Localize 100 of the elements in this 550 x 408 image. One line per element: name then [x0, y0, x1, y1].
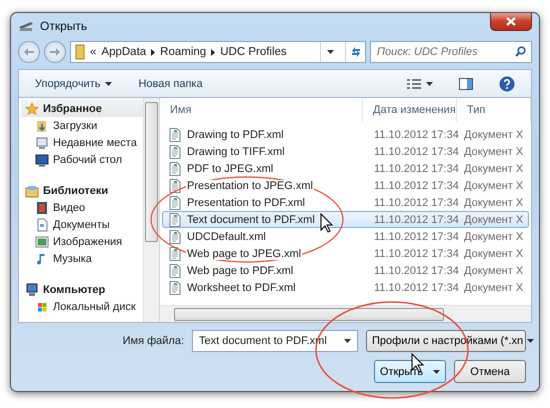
caret-icon: [426, 82, 433, 86]
modified-date: 11.10.2012 17:34: [373, 282, 458, 294]
sidebar-item[interactable]: Рабочий стол: [21, 151, 143, 168]
window-title: Открыть: [40, 19, 88, 33]
file-row[interactable]: Presentation to JPEG.xml 11.10.2012 17:34 Документ X: [162, 177, 529, 194]
file-type: Документ X: [463, 248, 524, 260]
file-type: Документ X: [463, 146, 524, 158]
file-row[interactable]: Presentation to PDF.xml 11.10.2012 17:34 Документ X: [162, 194, 529, 211]
caret-icon: [433, 370, 440, 374]
computer-icon: [25, 282, 39, 296]
sidebar-item[interactable]: Изображения: [21, 233, 143, 250]
open-button[interactable]: Открыть: [374, 360, 446, 383]
file-type: Документ X: [463, 214, 524, 226]
file-name: Worksheet to PDF.xml: [186, 282, 297, 294]
document-icon: [169, 128, 181, 142]
folder-icon: [75, 44, 85, 60]
document-icon: [169, 178, 181, 192]
document-icon: [169, 162, 181, 176]
sidebar-item[interactable]: Компьютер: [21, 281, 143, 298]
modified-date: 11.10.2012 17:34: [373, 162, 458, 174]
help-icon: [499, 76, 515, 92]
file-type: Документ X: [463, 180, 524, 192]
file-name: Presentation to JPEG.xml: [186, 180, 314, 192]
monitor-icon: [35, 136, 49, 150]
star-icon: [25, 102, 39, 116]
chevron-right-icon: [211, 48, 216, 56]
search-icon: [515, 46, 526, 57]
file-name: Web page to JPEG.xml: [186, 248, 302, 260]
breadcrumb-item[interactable]: UDC Profiles: [220, 46, 287, 58]
file-row[interactable]: Web page to JPEG.xml 11.10.2012 17:34 Документ X: [162, 245, 529, 262]
sidebar-item[interactable]: Документы: [21, 216, 143, 233]
film-icon: [35, 200, 49, 214]
modified-date: 11.10.2012 17:34: [373, 146, 458, 158]
column-header[interactable]: Имя: [160, 98, 363, 122]
file-name: Presentation to PDF.xml: [186, 196, 306, 208]
close-button[interactable]: [490, 13, 532, 31]
file-name: PDF to JPEG.xml: [186, 162, 274, 174]
file-name: Drawing to TIFF.xml: [186, 146, 286, 158]
scrollbar-thumb[interactable]: [145, 102, 158, 242]
breadcrumb-overflow[interactable]: «: [90, 46, 96, 58]
file-type: Документ X: [463, 128, 524, 140]
document-icon: [169, 264, 181, 278]
modified-date: 11.10.2012 17:34: [373, 248, 458, 260]
file-name: Text document to PDF.xml: [186, 214, 316, 226]
scrollbar-thumb[interactable]: [174, 308, 444, 320]
sidebar-item[interactable]: Локальный диск: [21, 298, 143, 315]
document-icon: [169, 230, 181, 244]
file-name: Drawing to PDF.xml: [186, 128, 285, 140]
file-row[interactable]: Drawing to PDF.xml 11.10.2012 17:34 Документ X: [162, 126, 529, 143]
file-type: Документ X: [463, 196, 524, 208]
modified-date: 11.10.2012 17:34: [373, 128, 458, 140]
folder-icon: [35, 118, 49, 132]
modified-date: 11.10.2012 17:34: [373, 264, 458, 276]
sidebar-item[interactable]: Библиотеки: [21, 182, 143, 199]
file-row[interactable]: UDCDefault.xml 11.10.2012 17:34 Документ X: [162, 228, 529, 245]
close-icon: [506, 17, 516, 26]
file-type: Документ X: [463, 264, 524, 276]
refresh-icon: [350, 46, 362, 58]
monitor-icon: [35, 152, 49, 166]
caret-icon: [105, 82, 112, 86]
file-name: Web page to PDF.xml: [186, 264, 294, 276]
document-icon: [169, 212, 181, 226]
sidebar-item[interactable]: Загрузки: [21, 117, 143, 134]
file-row[interactable]: Web page to PDF.xml 11.10.2012 17:34 Документ X: [162, 262, 529, 279]
sidebar-item[interactable]: Видео: [21, 199, 143, 216]
file-row[interactable]: PDF to JPEG.xml 11.10.2012 17:34 Документ X: [162, 160, 529, 177]
organize-menu-button[interactable]: Упорядочить: [31, 76, 116, 92]
document-icon: [169, 144, 181, 158]
breadcrumb-item[interactable]: Roaming: [160, 46, 206, 58]
caret-icon: [344, 339, 351, 343]
search-field[interactable]: Поиск: UDC Profiles: [370, 41, 532, 63]
file-row[interactable]: Worksheet to PDF.xml 11.10.2012 17:34 Документ X: [162, 279, 529, 296]
file-row[interactable]: Text document to PDF.xml 11.10.2012 17:34 Документ X: [162, 211, 529, 228]
mouse-pointer-icon: [320, 212, 334, 233]
file-name: UDCDefault.xml: [186, 230, 267, 242]
document-icon: [169, 280, 181, 294]
pane-icon: [459, 78, 473, 90]
cancel-button[interactable]: Отмена: [454, 360, 526, 383]
column-header[interactable]: Дата изменения: [363, 98, 457, 122]
document-icon: [169, 246, 181, 260]
caret-icon: [527, 339, 534, 343]
breadcrumb-item[interactable]: AppData: [101, 46, 146, 58]
file-type: Документ X: [463, 230, 524, 242]
modified-date: 11.10.2012 17:34: [373, 196, 458, 208]
vertical-scrollbar[interactable]: [143, 98, 160, 322]
file-row[interactable]: Drawing to TIFF.xml 11.10.2012 17:34 Документ X: [162, 143, 529, 160]
new-folder-button[interactable]: Новая папка: [134, 76, 207, 92]
picture-icon: [35, 234, 49, 248]
address-bar[interactable]: « AppData Roaming UDC Profiles: [70, 41, 366, 63]
modified-date: 11.10.2012 17:34: [373, 180, 458, 192]
sidebar-item[interactable]: Музыка: [21, 250, 143, 267]
horizontal-scrollbar[interactable]: [160, 305, 531, 322]
folder-icon: [25, 184, 39, 198]
sidebar-item[interactable]: Недавние места: [21, 134, 143, 151]
sidebar-item[interactable]: Избранное: [21, 100, 143, 117]
file-type: Документ X: [463, 162, 524, 174]
modified-date: 11.10.2012 17:34: [373, 230, 458, 242]
column-header[interactable]: Тип: [457, 98, 531, 122]
back-arrow-icon: [24, 48, 34, 56]
file-type: Документ X: [463, 282, 524, 294]
